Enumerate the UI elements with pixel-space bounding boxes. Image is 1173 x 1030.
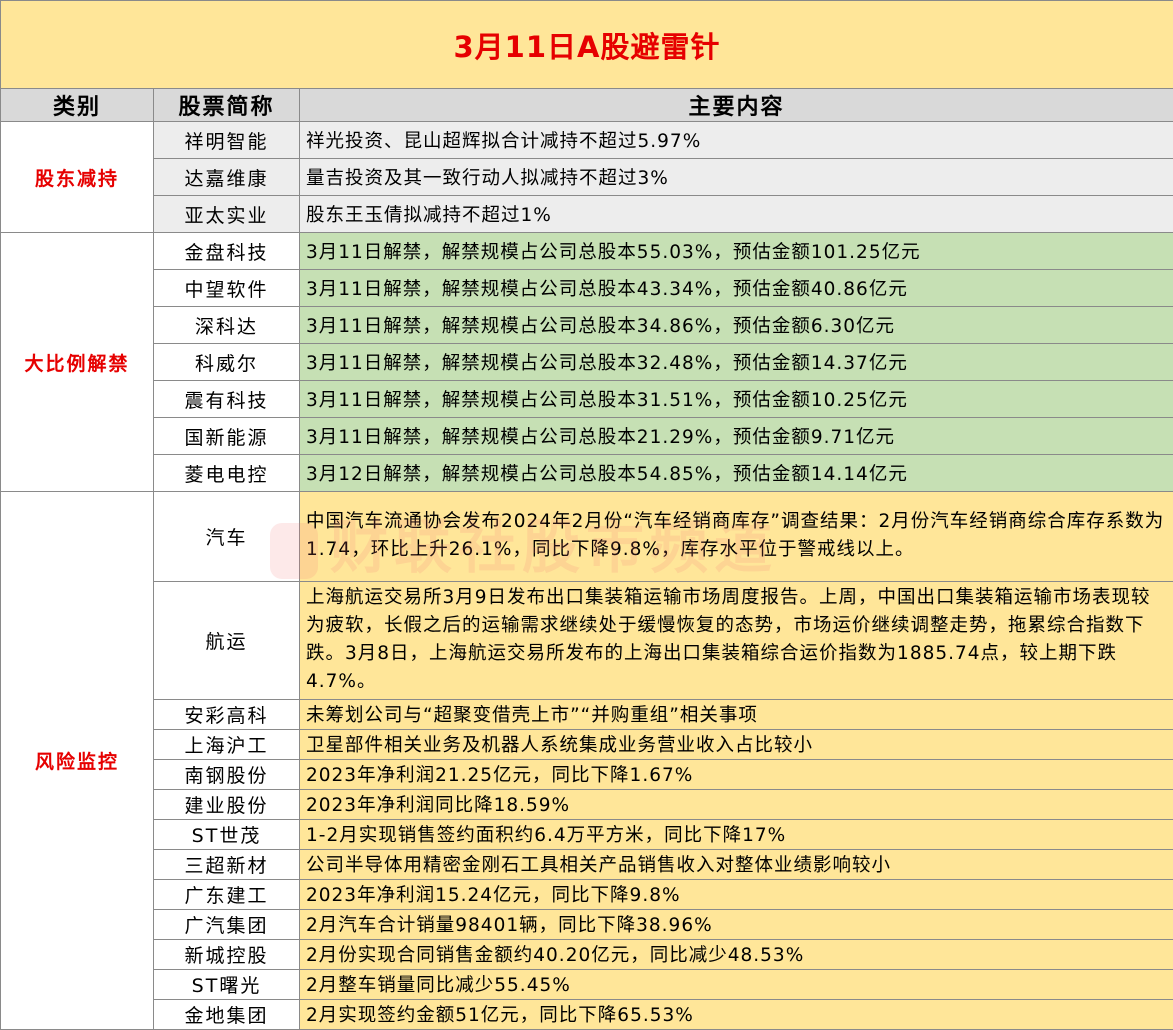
stock-name: 安彩高科 — [153, 698, 300, 730]
row-content: 2月实现签约金额51亿元，同比下降65.53% — [299, 998, 1173, 1030]
row-content: 2023年净利润同比降18.59% — [299, 788, 1173, 820]
row-content: 中国汽车流通协会发布2024年2月份“汽车经销商库存”调查结果：2月份汽车经销商… — [299, 491, 1173, 582]
row-content: 公司半导体用精密金刚石工具相关产品销售收入对整体业绩影响较小 — [299, 848, 1173, 880]
row-content: 3月11日解禁，解禁规模占公司总股本21.29%，预估金额9.71亿元 — [299, 417, 1173, 456]
stock-name: 达嘉维康 — [153, 158, 300, 197]
avoid-risk-table: 3月11日A股避雷针 类别 股票简称 主要内容 股东减持 祥明智能 祥光投资、昆… — [0, 0, 1173, 1030]
row-content: 2月份实现合同销售金额约40.20亿元，同比减少48.53% — [299, 938, 1173, 970]
row-content: 2023年净利润21.25亿元，同比下降1.67% — [299, 758, 1173, 790]
stock-name: 深科达 — [153, 306, 300, 345]
stock-name: 上海沪工 — [153, 728, 300, 760]
stock-name: ST曙光 — [153, 968, 300, 1000]
row-content: 3月11日解禁，解禁规模占公司总股本55.03%，预估金额101.25亿元 — [299, 232, 1173, 271]
header-stock: 股票简称 — [153, 88, 300, 123]
row-content: 祥光投资、昆山超辉拟合计减持不超过5.97% — [299, 121, 1173, 160]
row-content: 1-2月实现销售签约面积约6.4万平方米，同比下降17% — [299, 818, 1173, 850]
stock-name: 中望软件 — [153, 269, 300, 308]
stock-name: 广汽集团 — [153, 908, 300, 940]
stock-name: ST世茂 — [153, 818, 300, 850]
category-shareholder-reduction: 股东减持 — [0, 121, 154, 234]
stock-name: 广东建工 — [153, 878, 300, 910]
stock-name: 国新能源 — [153, 417, 300, 456]
header-content: 主要内容 — [299, 88, 1173, 123]
category-large-unlock: 大比例解禁 — [0, 232, 154, 493]
stock-name: 科威尔 — [153, 343, 300, 382]
row-content: 卫星部件相关业务及机器人系统集成业务营业收入占比较小 — [299, 728, 1173, 760]
header-category: 类别 — [0, 88, 154, 123]
row-content: 3月11日解禁，解禁规模占公司总股本32.48%，预估金额14.37亿元 — [299, 343, 1173, 382]
stock-name: 南钢股份 — [153, 758, 300, 790]
stock-name: 菱电电控 — [153, 454, 300, 493]
stock-name: 新城控股 — [153, 938, 300, 970]
stock-name: 建业股份 — [153, 788, 300, 820]
stock-name: 航运 — [153, 580, 300, 700]
row-content: 2023年净利润15.24亿元，同比下降9.8% — [299, 878, 1173, 910]
row-content: 3月11日解禁，解禁规模占公司总股本34.86%，预估金额6.30亿元 — [299, 306, 1173, 345]
category-risk-monitor: 风险监控 — [0, 491, 154, 1030]
row-content: 上海航运交易所3月9日发布出口集装箱运输市场周度报告。上周，中国出口集装箱运输市… — [299, 580, 1173, 700]
row-content: 量吉投资及其一致行动人拟减持不超过3% — [299, 158, 1173, 197]
stock-name: 震有科技 — [153, 380, 300, 419]
row-content: 2月整车销量同比减少55.45% — [299, 968, 1173, 1000]
row-content: 3月11日解禁，解禁规模占公司总股本31.51%，预估金额10.25亿元 — [299, 380, 1173, 419]
stock-name: 金盘科技 — [153, 232, 300, 271]
row-content: 股东王玉倩拟减持不超过1% — [299, 195, 1173, 234]
stock-name: 亚太实业 — [153, 195, 300, 234]
row-content: 2月汽车合计销量98401辆，同比下降38.96% — [299, 908, 1173, 940]
row-content: 3月11日解禁，解禁规模占公司总股本43.34%，预估金额40.86亿元 — [299, 269, 1173, 308]
stock-name: 祥明智能 — [153, 121, 300, 160]
row-content: 未筹划公司与“超聚变借壳上市”“并购重组”相关事项 — [299, 698, 1173, 730]
stock-name: 三超新材 — [153, 848, 300, 880]
stock-name: 汽车 — [153, 491, 300, 582]
stock-name: 金地集团 — [153, 998, 300, 1030]
page-title: 3月11日A股避雷针 — [0, 0, 1173, 90]
row-content: 3月12日解禁，解禁规模占公司总股本54.85%，预估金额14.14亿元 — [299, 454, 1173, 493]
